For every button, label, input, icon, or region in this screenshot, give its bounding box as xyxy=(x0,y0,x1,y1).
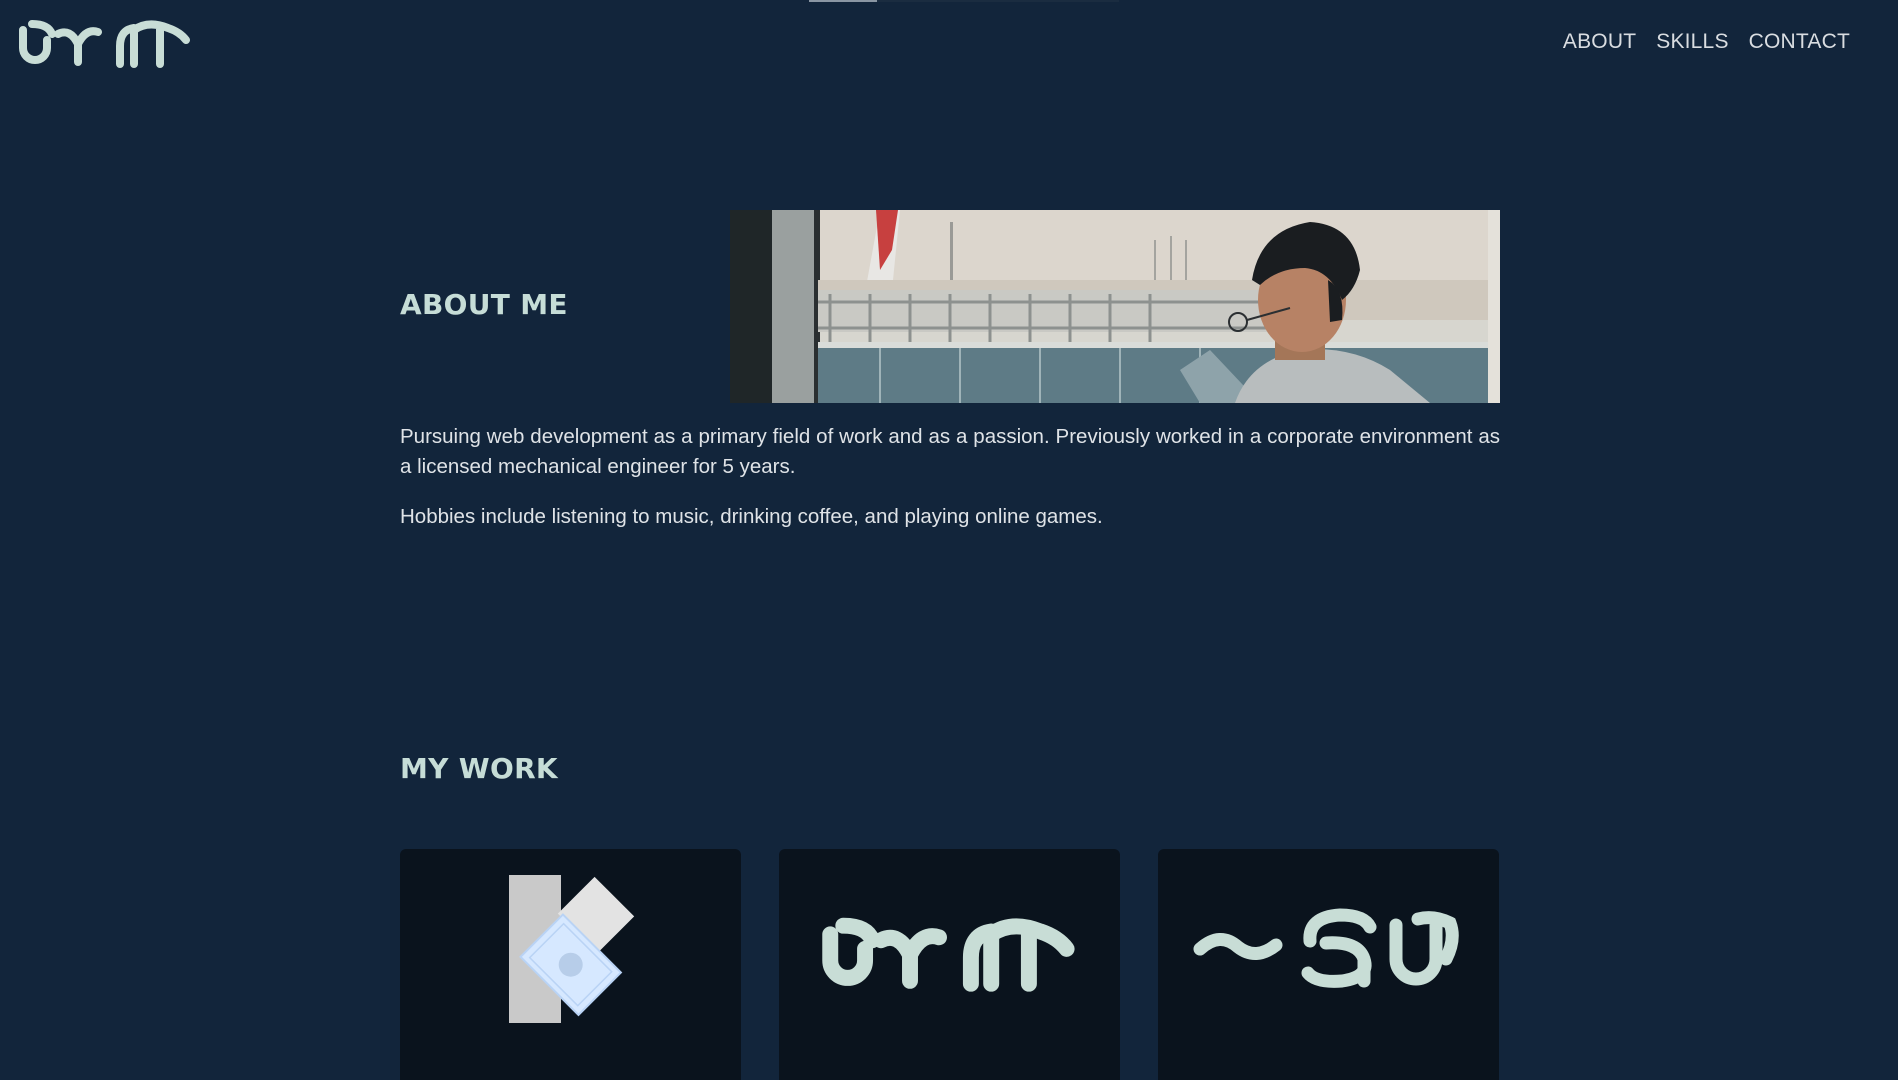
about-text: Pursuing web development as a primary fi… xyxy=(400,422,1500,532)
nav-skills-link[interactable]: SKILLS xyxy=(1656,30,1728,54)
nav-about-link[interactable]: ABOUT xyxy=(1563,30,1636,54)
about-paragraph: Hobbies include listening to music, drin… xyxy=(400,505,1103,528)
nav-contact-link[interactable]: CONTACT xyxy=(1749,30,1850,54)
glyph-logo-icon xyxy=(19,20,190,68)
site-logo[interactable] xyxy=(18,18,190,70)
glyph-logo-icon xyxy=(822,917,1075,992)
glyph-wave-logo-icon xyxy=(1193,908,1459,988)
work-cards xyxy=(400,849,1499,1080)
about-paragraph: Pursuing web development as a primary fi… xyxy=(400,425,1500,478)
work-title: MY WORK xyxy=(400,752,558,785)
about-photo xyxy=(730,210,1500,403)
main-nav: ABOUT SKILLS CONTACT xyxy=(1563,30,1850,54)
work-card[interactable] xyxy=(400,849,741,1080)
work-card[interactable] xyxy=(779,849,1120,1080)
top-progress-fill xyxy=(809,0,878,2)
work-card[interactable] xyxy=(1158,849,1499,1080)
about-title: ABOUT ME xyxy=(400,288,568,321)
top-progress-bar xyxy=(809,0,1119,2)
k-card-logo-icon xyxy=(509,875,635,1023)
